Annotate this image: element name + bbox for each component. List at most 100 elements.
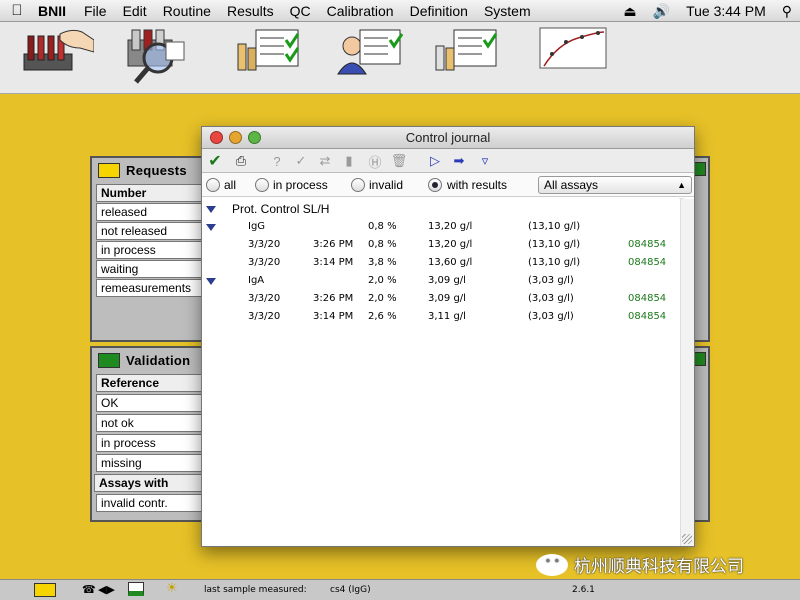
validate-circle-icon[interactable]: ✓ (292, 152, 310, 170)
assay-igg-name[interactable]: IgG (248, 221, 265, 232)
status-version: 2.6.1 (572, 585, 595, 595)
igg-entry-2-cv: 3,8 % (368, 257, 397, 268)
assay-igg-cv: 0,8 % (368, 221, 397, 232)
status-label: last sample measured: (204, 585, 307, 595)
menu-calibration[interactable]: Calibration (319, 3, 402, 19)
validation-row-not-ok[interactable]: not ok (96, 414, 202, 432)
assay-iga-target: (3,03 g/l) (528, 275, 574, 286)
radio-with-results[interactable] (428, 178, 442, 192)
group-disclosure-icon[interactable] (206, 206, 216, 213)
calibration-curve-icon[interactable] (538, 26, 610, 86)
validation-row-in-process[interactable]: in process (96, 434, 202, 452)
menu-file[interactable]: File (76, 3, 115, 19)
app-name-menu[interactable]: BNII (34, 3, 76, 19)
iga-entry-2-cv: 2,6 % (368, 311, 397, 322)
ok-check-icon[interactable]: ✔ (206, 152, 224, 170)
requests-row-number[interactable]: Number (96, 184, 202, 202)
iga-entry-2-time: 3:14 PM (313, 311, 354, 322)
iga-entry-2-target: (3,03 g/l) (528, 311, 574, 322)
filter-bar: all in process invalid with results All … (202, 173, 694, 206)
window-toolbar: ✔ ⎙ ? ✓ ⇄ ▮ Ⓗ 🗑 ▷ ➡ ▿ (202, 149, 694, 173)
sample-rack-icon[interactable] (22, 26, 94, 86)
status-sample: cs4 (IgG) (330, 585, 371, 595)
zoom-button[interactable] (248, 131, 261, 144)
forward-arrow-icon[interactable]: ➡ (450, 152, 468, 170)
menu-system[interactable]: System (476, 3, 539, 19)
assay-iga-name[interactable]: IgA (248, 275, 264, 286)
igg-entry-1-time: 3:26 PM (313, 239, 354, 250)
validation-row-missing[interactable]: missing (96, 454, 202, 472)
status-bar: ☎ ◀▶ ☀ last sample measured: cs4 (IgG) 2… (0, 579, 800, 600)
spotlight-search-icon[interactable]: ⚲ (774, 3, 800, 20)
igg-entry-2-target: (13,10 g/l) (528, 257, 581, 268)
group-name[interactable]: Prot. Control SL/H (232, 202, 329, 216)
expand-down-icon[interactable]: ▿ (476, 152, 494, 170)
menubar-clock[interactable]: Tue 3:44 PM (678, 3, 774, 19)
list-scrollbar[interactable] (680, 199, 694, 546)
validation-title: Validation (126, 352, 191, 368)
radio-in-process[interactable] (255, 178, 269, 192)
iga-entry-1-target: (3,03 g/l) (528, 293, 574, 304)
assay-iga-mean: 3,09 g/l (428, 275, 466, 286)
tube-icon[interactable]: ▮ (340, 152, 358, 170)
requests-color-swatch (98, 162, 120, 178)
assay-select[interactable]: All assays ▲▼ (538, 176, 692, 206)
requests-row-released[interactable]: released (96, 203, 202, 221)
iga-entry-2-lot: 084854 (628, 311, 667, 322)
menu-bar:  BNII File Edit Routine Results QC Cali… (0, 0, 800, 22)
status-monitor-icon[interactable] (128, 582, 144, 596)
apple-menu-icon[interactable]:  (0, 2, 34, 19)
igg-entry-1-date[interactable]: 3/3/20 (248, 239, 280, 250)
requests-row-remeasurements[interactable]: remeasurements (96, 279, 202, 297)
wechat-logo-icon (536, 553, 568, 576)
control-checklist-icon[interactable] (432, 26, 504, 86)
help-icon[interactable]: ? (268, 152, 286, 170)
validation-panel: Validation Reference OK not ok in proces… (90, 346, 210, 522)
journal-list: Prot. Control SL/H IgG 0,8 % 13,20 g/l (… (202, 199, 694, 546)
volume-icon[interactable]: 🔊 (645, 3, 678, 20)
control-journal-window: Control journal ✔ ⎙ ? ✓ ⇄ ▮ Ⓗ 🗑 ▷ ➡ ▿ al… (201, 126, 695, 547)
iga-entry-1-value: 3,09 g/l (428, 293, 466, 304)
window-title: Control journal (405, 130, 491, 145)
close-button[interactable] (210, 131, 223, 144)
requests-row-not-released[interactable]: not released (96, 222, 202, 240)
igg-entry-1-target: (13,10 g/l) (528, 239, 581, 250)
window-titlebar[interactable]: Control journal (202, 127, 694, 149)
transfer-icon[interactable]: ⇄ (316, 152, 334, 170)
validation-row-reference[interactable]: Reference (96, 374, 202, 392)
menu-definition[interactable]: Definition (402, 3, 476, 19)
requests-row-waiting[interactable]: waiting (96, 260, 202, 278)
minimize-button[interactable] (229, 131, 242, 144)
menu-routine[interactable]: Routine (155, 3, 219, 19)
radio-all-label: all (224, 178, 237, 192)
operator-checklist-icon[interactable] (336, 26, 408, 86)
validation-row-ok[interactable]: OK (96, 394, 202, 412)
iga-entry-2-date[interactable]: 3/3/20 (248, 311, 280, 322)
next-icon[interactable]: ▷ (426, 152, 444, 170)
menu-results[interactable]: Results (219, 3, 282, 19)
radio-with-results-label: with results (447, 178, 508, 192)
igg-entry-2-date[interactable]: 3/3/20 (248, 257, 280, 268)
validation-row-invalid-controls[interactable]: invalid contr. (96, 494, 202, 512)
reagent-inspect-icon[interactable] (124, 26, 196, 86)
radio-in-process-label: in process (273, 178, 328, 192)
print-icon[interactable]: ⎙ (232, 152, 250, 170)
status-phone-icon[interactable]: ☎ (82, 583, 96, 596)
eject-icon[interactable]: ⏏ (615, 3, 644, 20)
requests-row-in-process[interactable]: in process (96, 241, 202, 259)
iga-entry-1-time: 3:26 PM (313, 293, 354, 304)
status-arrows-icon[interactable]: ◀▶ (98, 583, 115, 596)
assay-iga-disclosure-icon[interactable] (206, 278, 216, 285)
validation-color-swatch (98, 352, 120, 368)
menu-qc[interactable]: QC (282, 3, 319, 19)
assay-igg-disclosure-icon[interactable] (206, 224, 216, 231)
resize-grip-icon[interactable] (682, 534, 692, 544)
tube-checklist-icon[interactable] (234, 26, 306, 86)
radio-invalid[interactable] (351, 178, 365, 192)
hold-icon[interactable]: Ⓗ (366, 152, 384, 170)
iga-entry-1-date[interactable]: 3/3/20 (248, 293, 280, 304)
menu-edit[interactable]: Edit (115, 3, 155, 19)
trash-icon[interactable]: 🗑 (390, 152, 408, 170)
radio-all[interactable] (206, 178, 220, 192)
validation-row-assays-with[interactable]: Assays with (94, 474, 202, 492)
